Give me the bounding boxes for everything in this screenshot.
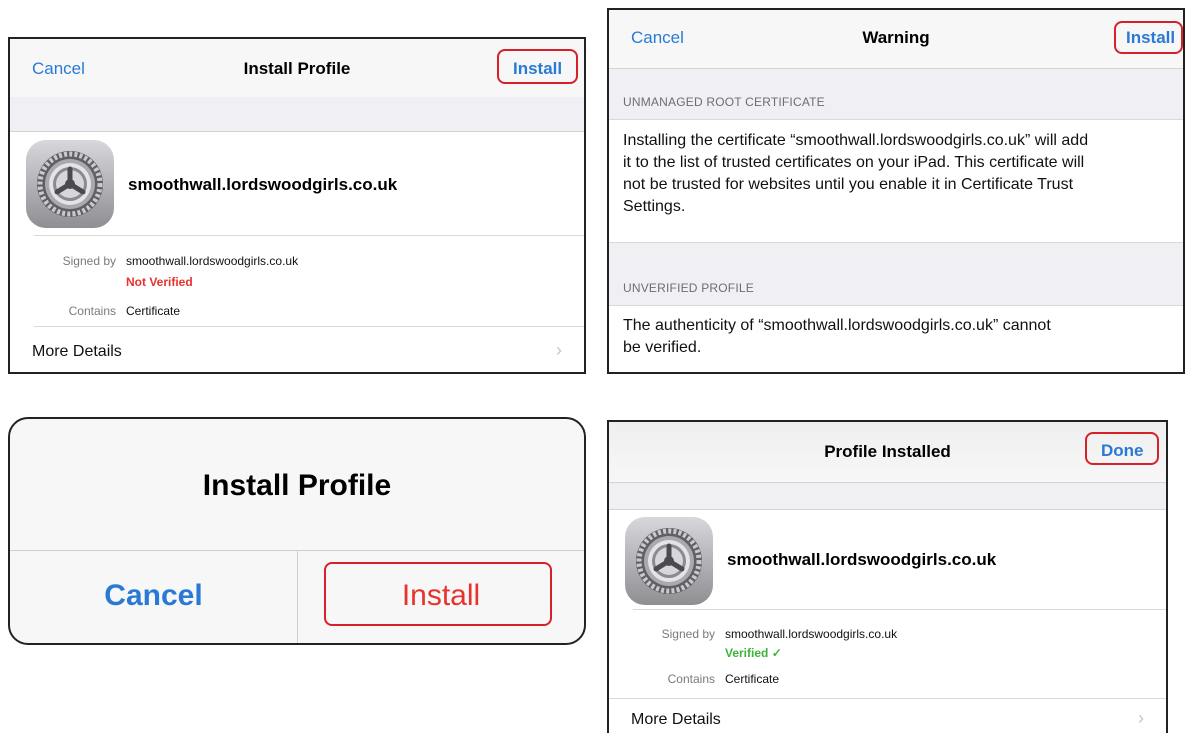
warning-line: it to the list of trusted certificates o…	[623, 154, 1085, 171]
section-header: UNVERIFIED PROFILE	[609, 243, 1183, 305]
nav-title: Profile Installed	[824, 442, 951, 461]
alert-title: Install Profile	[202, 469, 392, 502]
nav-bar: Cancel Warning Install	[609, 10, 1183, 69]
warning-line: Installing the certificate “smoothwall.l…	[623, 132, 1089, 149]
nav-title: Warning	[862, 28, 930, 47]
divider	[34, 235, 584, 236]
nav-bar: Cancel Install Profile Install	[10, 39, 584, 98]
settings-gear-icon	[26, 140, 114, 228]
signed-by-value: smoothwall.lordswoodgirls.co.uk	[725, 627, 898, 641]
unverified-line: The authenticity of “smoothwall.lordswoo…	[623, 317, 1051, 334]
contains-value: Certificate	[126, 304, 181, 318]
profile-name: smoothwall.lordswoodgirls.co.uk	[727, 550, 997, 569]
signed-by-value: smoothwall.lordswoodgirls.co.uk	[126, 254, 299, 268]
section-spacer	[10, 97, 584, 132]
divider	[633, 609, 1166, 610]
settings-gear-icon	[625, 517, 713, 605]
warning-panel: Cancel Warning Install UNMANAGED ROOT CE…	[607, 8, 1185, 374]
contains-label: Contains	[68, 304, 116, 318]
contains-label: Contains	[667, 672, 715, 686]
install-profile-panel: Cancel Install Profile Install smoothwal…	[8, 37, 586, 374]
unverified-line: be verified.	[623, 339, 702, 356]
signed-by-label: Signed by	[62, 254, 116, 268]
verification-status: Not Verified	[126, 275, 193, 289]
install-button[interactable]: Install	[513, 59, 562, 79]
profile-installed-panel: Profile Installed Done smoothwall.lordsw…	[607, 420, 1168, 733]
certificate-warning-text: Installing the certificate “smoothwall.l…	[623, 130, 1173, 218]
alert-cancel-button[interactable]: Cancel	[10, 579, 297, 613]
signed-by-label: Signed by	[661, 627, 715, 641]
unmanaged-root-certificate-header: UNMANAGED ROOT CERTIFICATE	[623, 95, 825, 109]
more-details-label: More Details	[32, 343, 122, 360]
warning-line: not be trusted for websites until you en…	[623, 176, 1074, 193]
divider	[609, 305, 1183, 306]
chevron-right-icon: ›	[1138, 708, 1144, 728]
install-button[interactable]: Install	[1126, 28, 1175, 48]
more-details-row[interactable]: More Details ›	[10, 327, 584, 372]
section-spacer	[609, 483, 1166, 510]
section-header: UNMANAGED ROOT CERTIFICATE	[609, 69, 1183, 119]
unverified-profile-text: The authenticity of “smoothwall.lordswoo…	[623, 315, 1173, 359]
unverified-profile-header: UNVERIFIED PROFILE	[623, 281, 754, 295]
profile-name: smoothwall.lordswoodgirls.co.uk	[128, 175, 398, 194]
done-button[interactable]: Done	[1101, 441, 1144, 461]
warning-line: Settings.	[623, 198, 686, 215]
alert-install-button[interactable]: Install	[298, 579, 584, 613]
verification-status: Verified ✓	[725, 646, 782, 660]
divider	[609, 119, 1183, 120]
alert-body: Install Profile Cancel Install	[10, 419, 584, 643]
contains-value: Certificate	[725, 672, 780, 686]
more-details-row[interactable]: More Details ›	[609, 699, 1166, 733]
install-profile-alert: Install Profile Cancel Install	[8, 417, 586, 645]
nav-bar: Profile Installed Done	[609, 422, 1166, 483]
more-details-label: More Details	[631, 711, 721, 728]
chevron-right-icon: ›	[556, 340, 562, 360]
